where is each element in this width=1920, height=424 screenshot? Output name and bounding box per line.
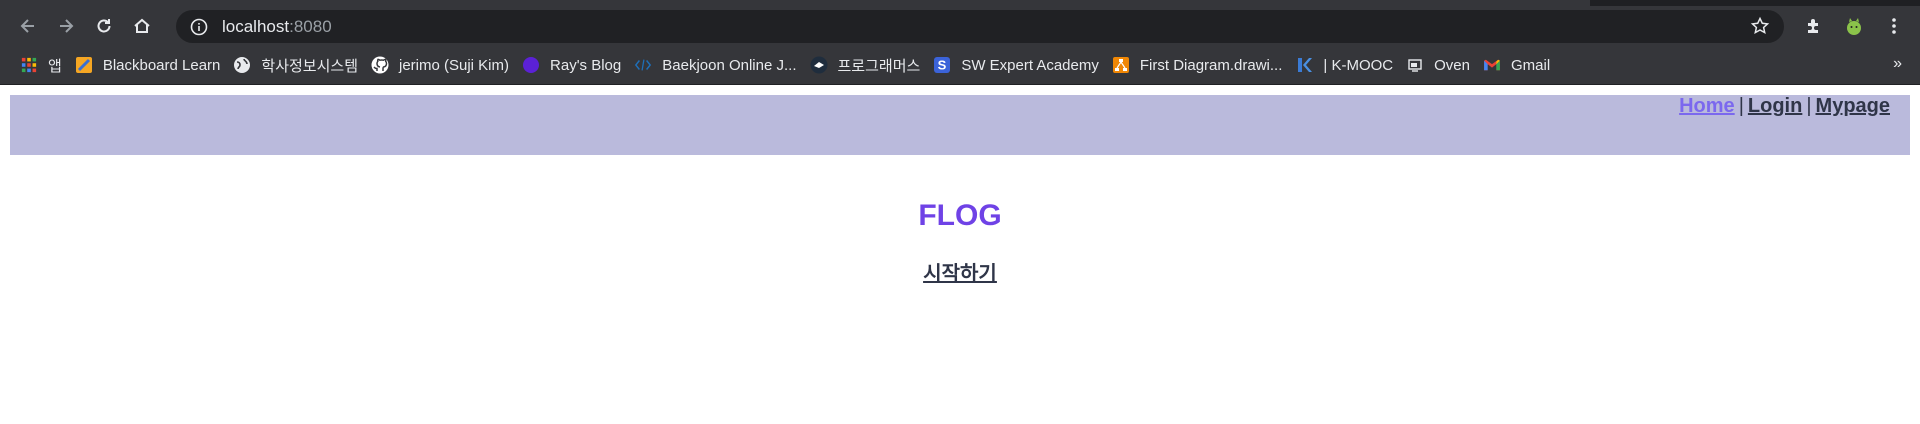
bookmark-oven[interactable]: Oven <box>1402 51 1479 79</box>
github-icon <box>371 56 389 74</box>
menu-button[interactable] <box>1876 10 1912 42</box>
blog-circle-icon <box>522 56 540 74</box>
avatar-icon <box>1847 18 1861 35</box>
site-title: FLOG <box>918 199 1002 232</box>
bookmark-label: 학사정보시스템 <box>261 57 358 75</box>
bookmark-academic-system[interactable]: 학사정보시스템 <box>229 51 367 79</box>
bookmark-label: First Diagram.drawi... <box>1139 56 1283 74</box>
back-button[interactable] <box>10 8 46 44</box>
drawio-icon <box>1112 56 1130 74</box>
url-port: :8080 <box>289 16 332 36</box>
bookmark-blackboard[interactable]: Blackboard Learn <box>71 51 230 79</box>
bookmark-label: | K-MOOC <box>1323 56 1394 74</box>
bookmark-label: jerimo (Suji Kim) <box>399 56 510 74</box>
top-navigation: Home | Login | Mypage <box>1679 95 1890 118</box>
bookmarks-overflow-button[interactable]: » <box>1893 55 1902 73</box>
bookmark-label: Blackboard Learn <box>102 56 221 74</box>
bookmark-sw-expert-academy[interactable]: S SW Expert Academy <box>929 51 1108 79</box>
bookmark-gmail[interactable]: Gmail <box>1479 51 1559 79</box>
bookmark-github[interactable]: jerimo (Suji Kim) <box>367 51 518 79</box>
oven-icon <box>1406 56 1424 74</box>
bookmarks-bar: 앱 Blackboard Learn 학사정보시스템 jerimo (Suji … <box>0 46 1920 85</box>
nav-separator: | <box>1806 95 1812 117</box>
bookmark-label: SW Expert Academy <box>961 56 1099 74</box>
programmers-icon <box>810 56 828 74</box>
bookmark-label: 앱 <box>48 57 62 75</box>
apps-grid-icon <box>20 56 38 74</box>
bookmark-label: Gmail <box>1511 56 1551 74</box>
url-text: localhost:8080 <box>222 17 332 37</box>
gmail-icon <box>1483 56 1501 74</box>
puzzle-icon <box>1808 19 1818 33</box>
bookmark-label: Oven <box>1434 56 1470 74</box>
blackboard-icon <box>75 56 93 74</box>
bookmark-label: Ray's Blog <box>550 56 622 74</box>
bookmark-star-icon[interactable] <box>1750 16 1770 36</box>
nav-home-link[interactable]: Home <box>1679 95 1735 117</box>
arrow-left-icon <box>20 19 34 33</box>
arrow-right-icon <box>60 19 74 33</box>
bookmark-baekjoon[interactable]: Baekjoon Online J... <box>630 51 805 79</box>
kebab-menu-icon <box>1892 18 1896 34</box>
swea-icon: S <box>933 56 951 74</box>
extensions-button[interactable] <box>1796 10 1832 42</box>
nav-separator: | <box>1738 95 1744 117</box>
svg-text:S: S <box>938 58 947 73</box>
home-icon <box>134 18 150 33</box>
site-header: Home | Login | Mypage <box>10 95 1910 155</box>
url-host: localhost <box>222 16 290 36</box>
bookmark-programmers[interactable]: 프로그래머스 <box>806 51 930 79</box>
bookmark-label: 프로그래머스 <box>837 57 921 75</box>
home-button[interactable] <box>124 8 160 44</box>
bookmark-apps[interactable]: 앱 <box>16 51 71 79</box>
bookmark-rays-blog[interactable]: Ray's Blog <box>518 51 630 79</box>
bookmark-label: Baekjoon Online J... <box>662 56 797 74</box>
nav-mypage-link[interactable]: Mypage <box>1816 95 1890 117</box>
site-info-icon[interactable] <box>190 18 208 36</box>
kmooc-icon <box>1295 56 1313 74</box>
reload-icon <box>97 19 111 33</box>
reload-button[interactable] <box>86 8 122 44</box>
start-link-wrapper: 시작하기 <box>0 257 1920 286</box>
bookmark-kmooc[interactable]: | K-MOOC <box>1291 51 1402 79</box>
address-bar[interactable]: localhost:8080 <box>176 10 1784 43</box>
profile-button[interactable] <box>1836 10 1872 42</box>
forward-button[interactable] <box>48 8 84 44</box>
code-icon <box>634 56 652 74</box>
browser-toolbar: localhost:8080 <box>0 6 1920 46</box>
nav-login-link[interactable]: Login <box>1748 95 1802 117</box>
page-content: Home | Login | Mypage FLOG 시작하기 <box>0 85 1920 424</box>
bookmark-drawio[interactable]: First Diagram.drawi... <box>1108 51 1292 79</box>
start-link[interactable]: 시작하기 <box>923 261 997 285</box>
globe-icon <box>233 56 251 74</box>
